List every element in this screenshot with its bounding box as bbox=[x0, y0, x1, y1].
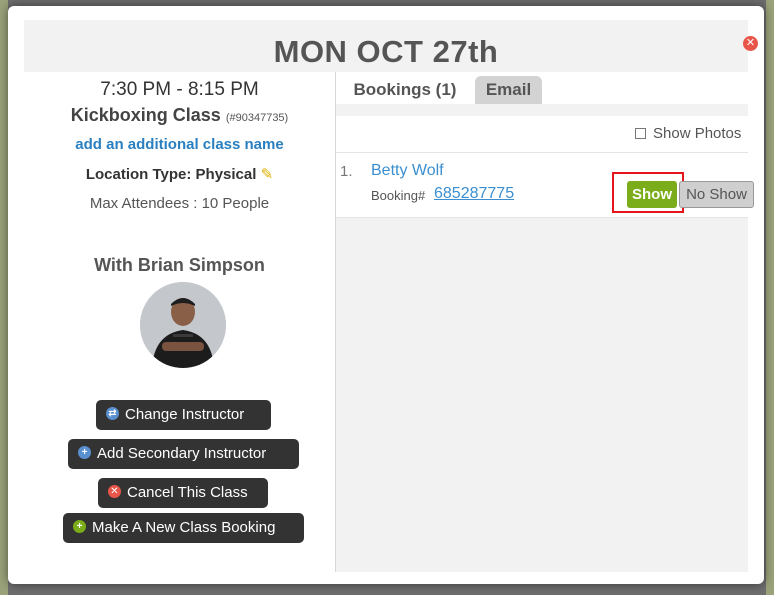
class-time: 7:30 PM - 8:15 PM bbox=[100, 79, 259, 100]
new-booking-label: Make A New Class Booking bbox=[92, 519, 276, 536]
bookings-panel: Bookings (1) Email Show Photos 1. Betty … bbox=[336, 72, 754, 572]
background-strip bbox=[0, 0, 8, 595]
class-name: Kickboxing Class bbox=[70, 105, 221, 125]
cancel-class-label: Cancel This Class bbox=[127, 484, 248, 501]
no-show-button[interactable]: No Show bbox=[679, 181, 754, 208]
add-secondary-instructor-button[interactable]: + Add Secondary Instructor bbox=[68, 439, 299, 469]
background-strip bbox=[766, 0, 774, 595]
booking-number-link[interactable]: 685287775 bbox=[434, 185, 514, 203]
new-booking-button[interactable]: + Make A New Class Booking bbox=[63, 513, 304, 543]
add-person-icon: + bbox=[78, 445, 91, 459]
booking-row: 1. Betty Wolf Booking# 685287775 Show No… bbox=[336, 153, 754, 218]
class-title: Kickboxing Class (#90347735) bbox=[24, 105, 335, 126]
cancel-class-button[interactable]: ✕ Cancel This Class bbox=[98, 478, 268, 508]
change-instructor-label: Change Instructor bbox=[125, 406, 245, 423]
booking-number-label: Booking# bbox=[371, 188, 426, 203]
booking-index: 1. bbox=[340, 163, 353, 180]
close-icon[interactable]: ✕ bbox=[743, 36, 758, 51]
booker-name-link[interactable]: Betty Wolf bbox=[371, 162, 444, 180]
max-attendees: Max Attendees : 10 People bbox=[89, 195, 270, 212]
show-button[interactable]: Show bbox=[627, 181, 677, 208]
class-details-modal: MON OCT 27th ✕ 7:30 PM - 8:15 PM Kickbox… bbox=[8, 6, 764, 584]
location-label: Location Type: Physical bbox=[85, 166, 257, 183]
location-type: Location Type: Physical ✎ bbox=[24, 165, 335, 183]
instructor-name: With Brian Simpson bbox=[94, 255, 265, 275]
avatar-image bbox=[140, 282, 226, 368]
cancel-icon: ✕ bbox=[108, 484, 121, 498]
show-photos-checkbox[interactable] bbox=[635, 128, 646, 139]
tab-email[interactable]: Email bbox=[475, 76, 542, 104]
class-info-panel: 7:30 PM - 8:15 PM Kickboxing Class (#903… bbox=[24, 72, 336, 572]
class-id: (#90347735) bbox=[225, 112, 289, 124]
show-photos-label: Show Photos bbox=[653, 125, 742, 142]
change-instructor-button[interactable]: ⇄ Change Instructor bbox=[96, 400, 271, 430]
instructor-avatar bbox=[140, 282, 226, 368]
tab-bookings[interactable]: Bookings (1) bbox=[341, 76, 469, 104]
add-class-name-link[interactable]: add an additional class name bbox=[24, 136, 335, 153]
pencil-icon[interactable]: ✎ bbox=[261, 166, 274, 183]
add-secondary-label: Add Secondary Instructor bbox=[97, 445, 267, 462]
instructor-swap-icon: ⇄ bbox=[106, 406, 119, 420]
date-title: MON OCT 27th bbox=[273, 34, 499, 69]
show-photos-row: Show Photos bbox=[336, 116, 748, 153]
plus-icon: + bbox=[73, 519, 86, 533]
